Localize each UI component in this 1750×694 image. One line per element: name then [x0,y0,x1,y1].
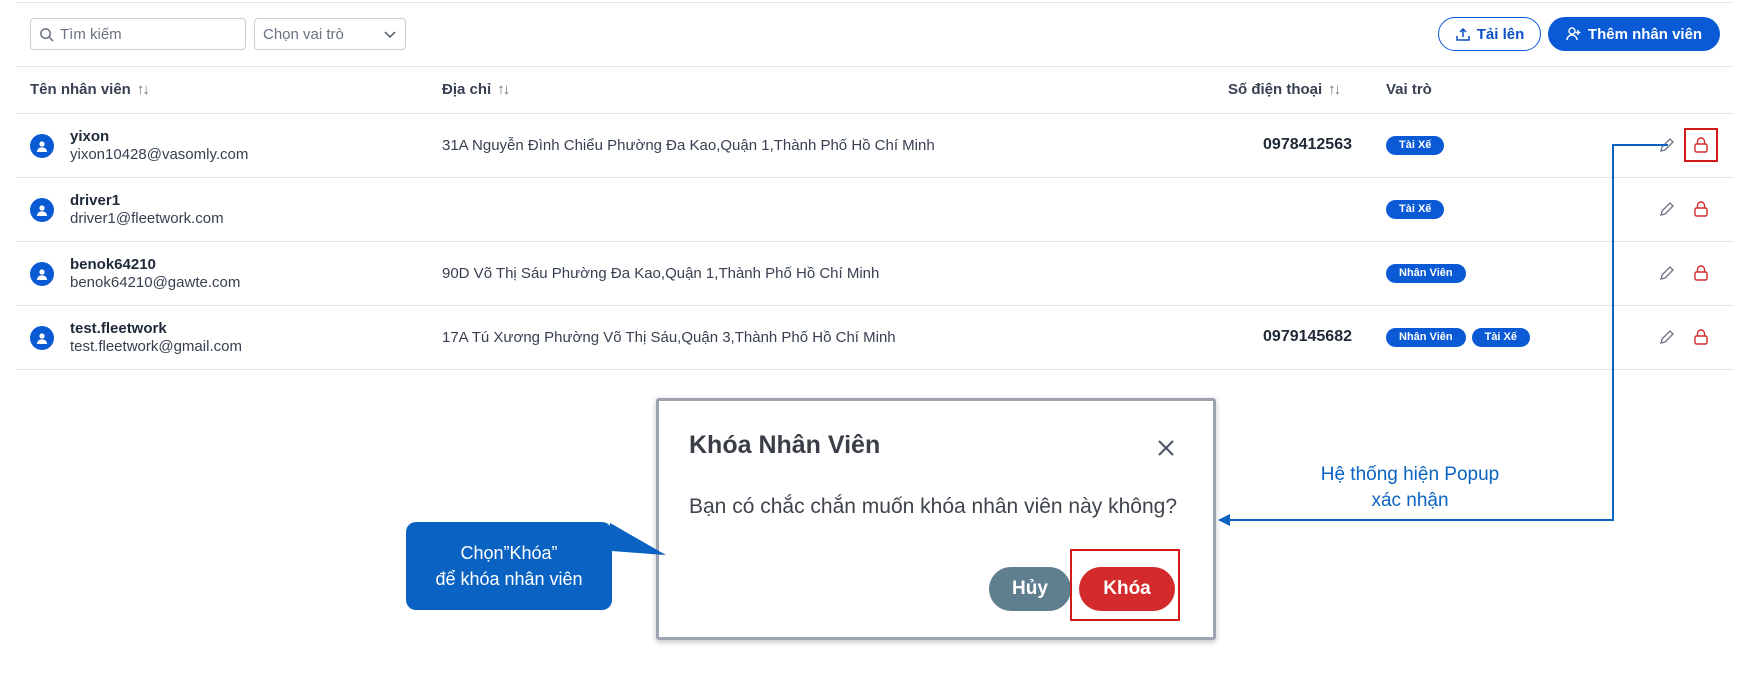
table-header: Tên nhân viên ↑↓ Địa chỉ ↑↓ Số điện thoại ↑… [16,66,1734,114]
table-row: benok64210 benok64210@gawte.com 90D Võ T… [16,242,1734,306]
add-user-icon [1566,27,1581,41]
upload-button[interactable]: Tải lên [1438,17,1541,51]
column-header-phone[interactable]: Số điện thoại ↑↓ [1228,81,1341,98]
employee-name: benok64210 [70,256,156,273]
table-row: driver1 driver1@fleetwork.com Tài Xế [16,178,1734,242]
callout-line-2: để khóa nhân viên [435,569,583,589]
user-avatar-icon [37,141,47,152]
user-avatar-icon [37,333,47,344]
employee-address: 17A Tú Xương Phường Võ Thị Sáu,Quận 3,Th… [442,329,896,346]
role-badges: Tài Xế [1386,200,1445,219]
avatar [30,134,54,158]
employee-name: yixon [70,128,110,145]
search-icon [40,27,54,42]
role-badges: Tài Xế [1386,136,1445,155]
callout-line-1: Chọn”Khóa” [460,543,558,563]
avatar [30,326,54,350]
lock-icon[interactable] [1692,264,1710,282]
employee-phone: 0979145682 [1263,328,1352,345]
role-badge: Tài Xế [1471,328,1530,347]
upload-label: Tải lên [1476,25,1525,43]
user-avatar-icon [37,205,47,216]
role-badge: Tài Xế [1386,136,1445,155]
avatar [30,262,54,286]
role-badge: Tài Xế [1386,200,1445,219]
note-line-1: Hệ thống hiện Popup [1320,464,1500,485]
edit-icon[interactable] [1658,328,1676,346]
edit-icon[interactable] [1658,200,1676,218]
add-employee-label: Thêm nhân viên [1587,25,1703,43]
role-badges: Nhân Viên [1386,264,1466,283]
employee-address: 90D Võ Thị Sáu Phường Đa Kao,Quận 1,Thàn… [442,265,880,282]
lock-icon[interactable] [1692,200,1710,218]
upload-icon [1455,27,1470,41]
instruction-callout: Chọn”Khóa” để khóa nhân viên [406,522,612,610]
modal-title: Khóa Nhân Viên [689,431,881,459]
employee-email: test.fleetwork@gmail.com [70,338,242,355]
avatar [30,198,54,222]
role-badge: Nhân Viên [1386,264,1466,283]
column-header-role: Vai trò [1386,81,1432,98]
role-select-value: Chọn vai trò [263,25,344,43]
cancel-button[interactable]: Hủy [989,567,1071,611]
employee-phone: 0978412563 [1263,136,1352,153]
note-line-2: xác nhận [1371,490,1449,511]
role-badge: Nhân Viên [1386,328,1466,347]
lock-icon[interactable] [1692,328,1710,346]
role-badges: Nhân Viên Tài Xế [1386,328,1530,347]
sort-icon: ↑↓ [136,81,150,98]
table-row: test.fleetwork test.fleetwork@gmail.com … [16,306,1734,370]
employee-name: driver1 [70,192,121,209]
column-header-address[interactable]: Địa chỉ ↑↓ [442,81,510,98]
role-select[interactable]: Chọn vai trò [254,18,406,50]
lock-icon-highlight [1684,128,1718,162]
employee-address: 31A Nguyễn Đình Chiểu Phường Đa Kao,Quận… [442,137,935,154]
modal-message: Bạn có chắc chắn muốn khóa nhân viên này… [689,495,1178,518]
employee-email: yixon10428@vasomly.com [70,146,249,163]
employee-email: driver1@fleetwork.com [70,210,224,227]
user-avatar-icon [37,269,47,280]
table-row: yixon yixon10428@vasomly.com 31A Nguyễn … [16,114,1734,178]
sort-icon: ↑↓ [497,81,510,98]
popup-note: Hệ thống hiện Popup xác nhận [1300,462,1520,514]
search-placeholder: Tìm kiếm [60,25,122,43]
close-icon[interactable] [1155,437,1177,459]
chevron-down-icon [384,31,396,39]
column-header-name[interactable]: Tên nhân viên ↑↓ [30,81,150,98]
sort-icon: ↑↓ [1328,81,1341,98]
employee-email: benok64210@gawte.com [70,274,241,291]
edit-icon[interactable] [1658,136,1676,154]
confirm-button-highlight [1070,549,1180,621]
edit-icon[interactable] [1658,264,1676,282]
search-input[interactable]: Tìm kiếm [30,18,246,50]
add-employee-button[interactable]: Thêm nhân viên [1548,17,1720,51]
employee-name: test.fleetwork [70,320,167,337]
